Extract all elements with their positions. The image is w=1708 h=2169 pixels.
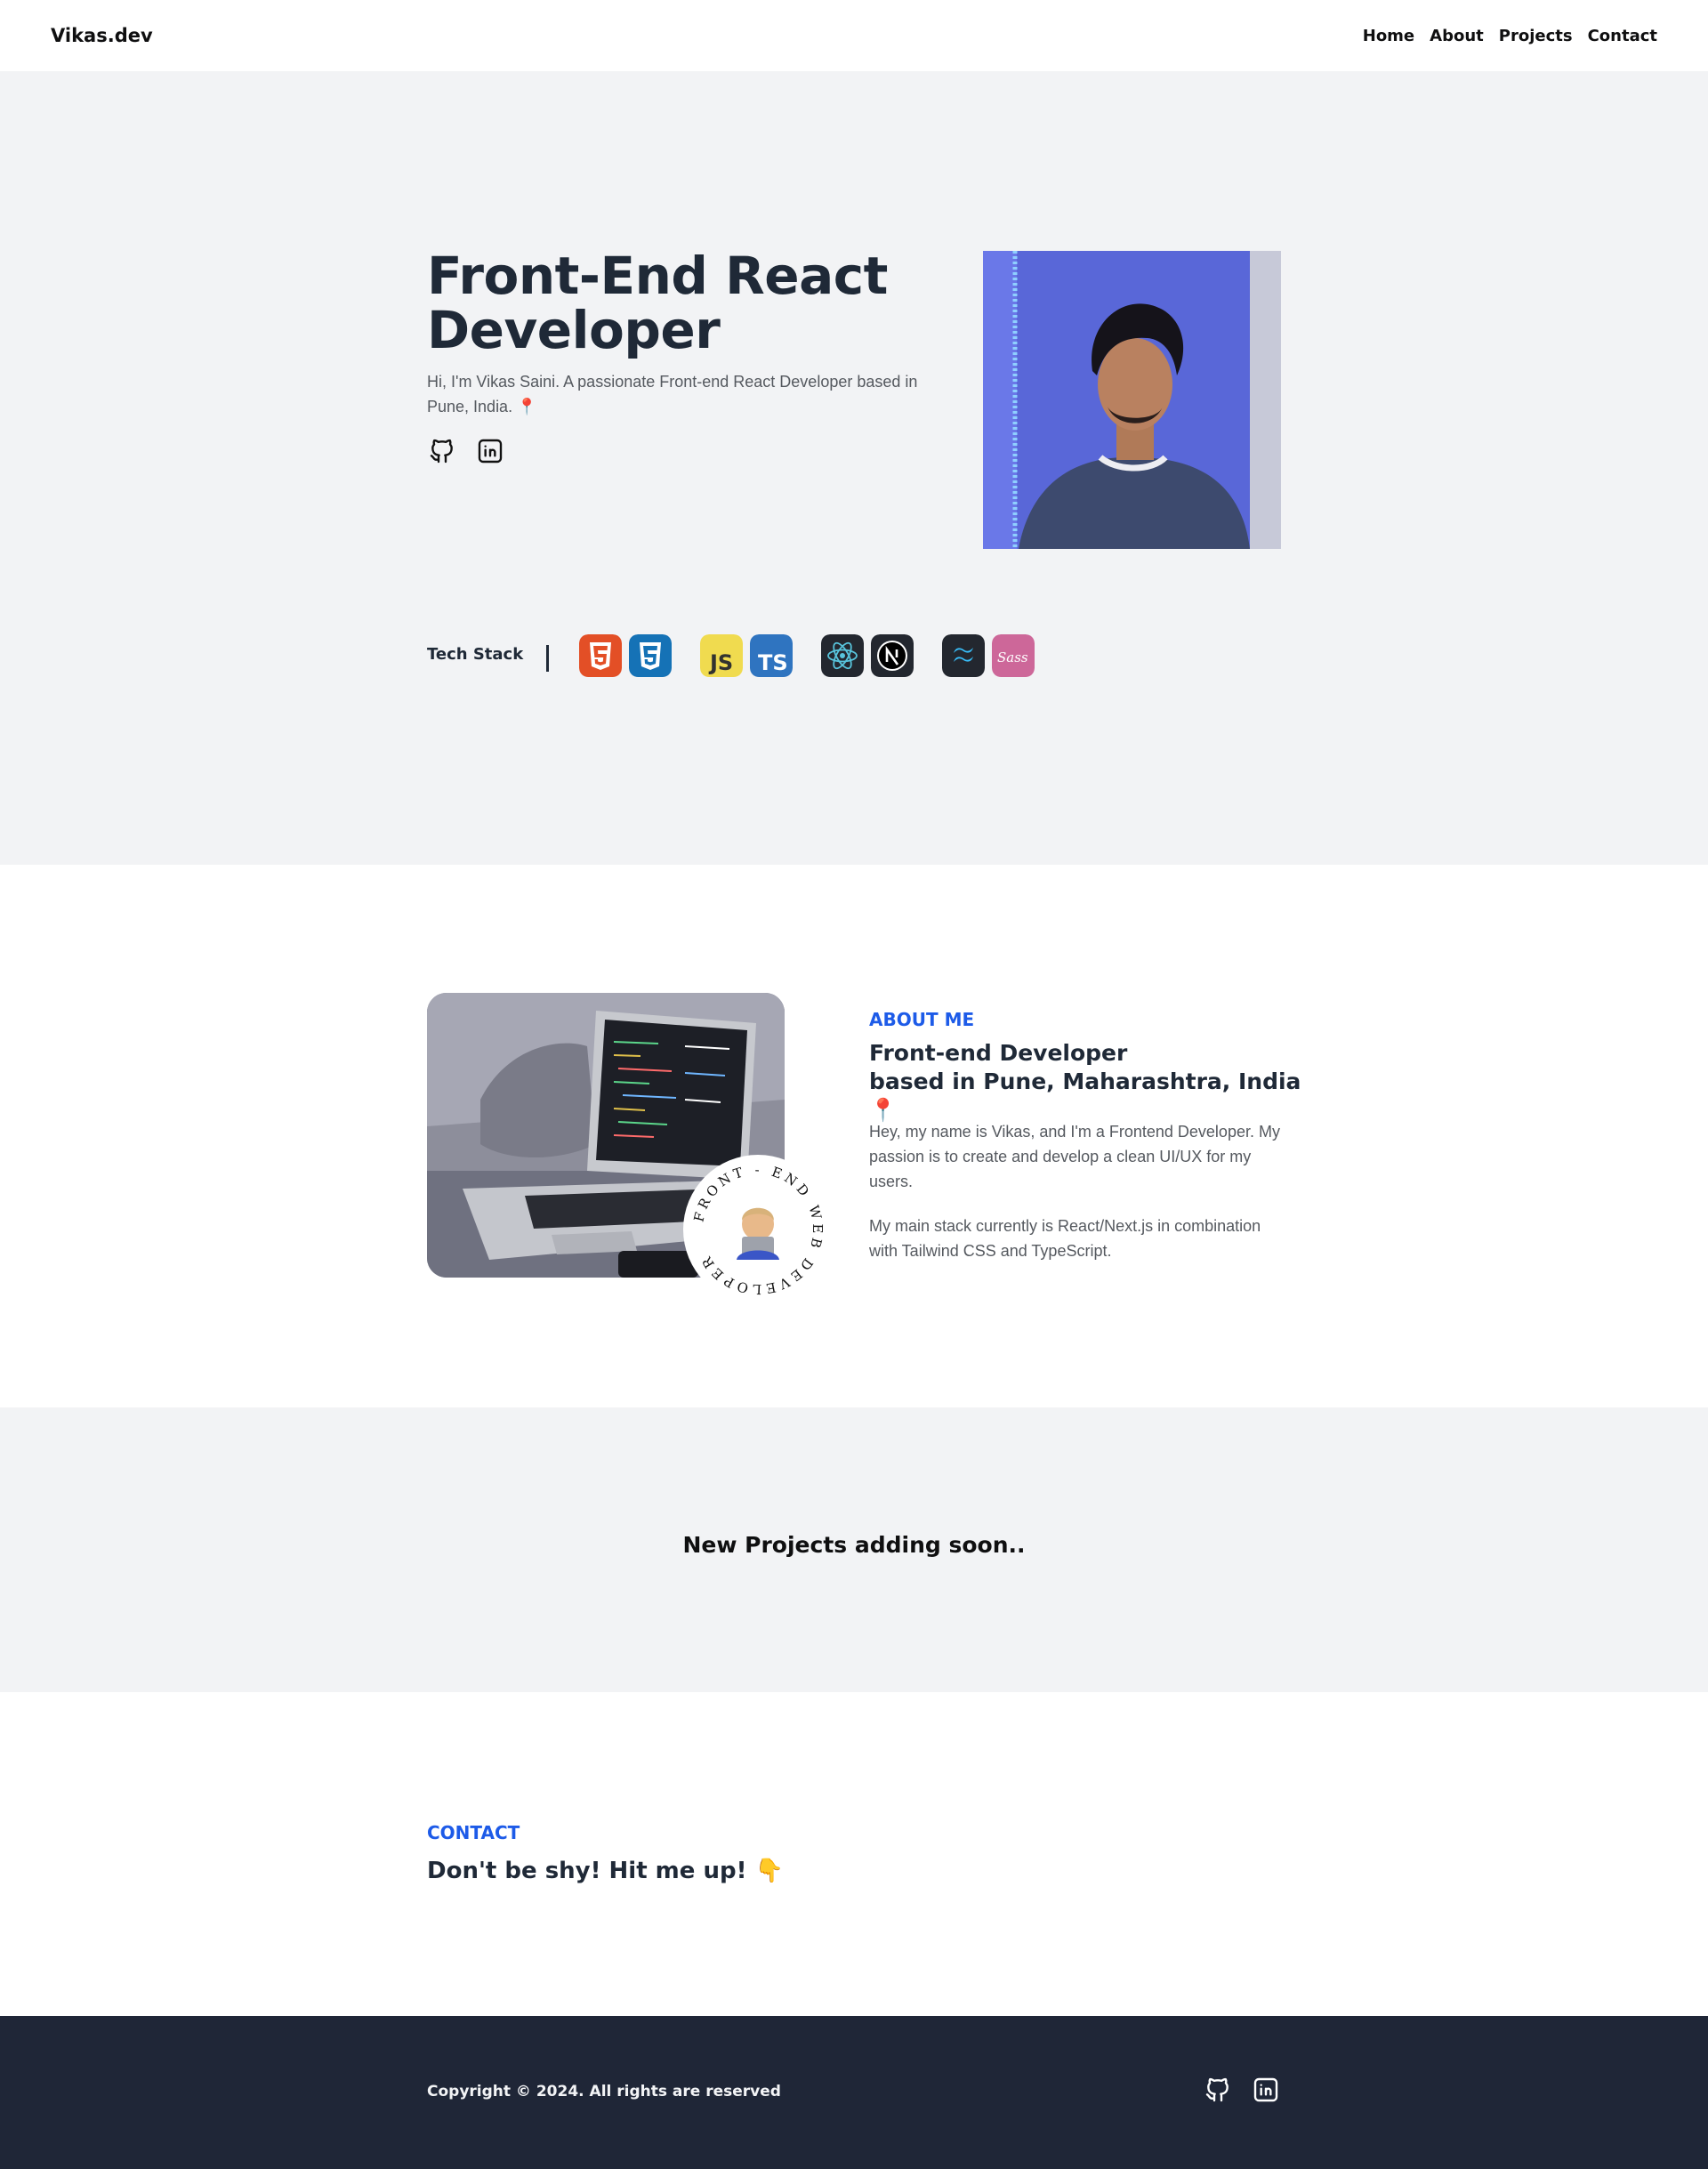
- front-end-web-developer-badge: FRONT - END WEB DEVELOPER: [683, 1155, 833, 1304]
- typescript-icon: TS: [750, 634, 793, 677]
- hero-social-links: [427, 436, 505, 466]
- css3-icon: [629, 634, 672, 677]
- nav-link-about[interactable]: About: [1430, 27, 1484, 45]
- footer-social-links: [1203, 2075, 1281, 2105]
- hero-section: Front-End React Developer Hi, I'm Vikas …: [0, 71, 1708, 865]
- footer-github-icon[interactable]: [1203, 2075, 1233, 2105]
- js-icon-text: JS: [708, 650, 733, 675]
- projects-message: New Projects adding soon..: [682, 1532, 1026, 1558]
- about-eyebrow: ABOUT ME: [869, 1009, 975, 1030]
- tech-stack-icons: JS TS Sass: [579, 634, 1042, 677]
- copyright-text: Copyright © 2024. All rights are reserve…: [427, 2083, 781, 2100]
- tailwind-icon: [942, 634, 985, 677]
- about-paragraph-1: Hey, my name is Vikas, and I'm a Fronten…: [869, 1123, 1280, 1190]
- hero-title-line2: Developer: [427, 300, 721, 360]
- about-title: Front-end Developer based in Pune, Mahar…: [869, 1039, 1332, 1125]
- sass-icon-text: Sass: [997, 649, 1028, 665]
- hero-title-line1: Front-End React: [427, 246, 888, 306]
- about-title-line2: based in Pune, Maharashtra, India 📍: [869, 1068, 1301, 1123]
- linkedin-icon[interactable]: [475, 436, 505, 466]
- nextjs-icon: [871, 634, 914, 677]
- contact-eyebrow: CONTACT: [427, 1822, 520, 1843]
- nav-link-projects[interactable]: Projects: [1499, 27, 1573, 45]
- html5-icon: [579, 634, 622, 677]
- contact-section: CONTACT Don't be shy! Hit me up! 👇: [0, 1692, 1708, 2016]
- brand-logo[interactable]: Vikas.dev: [51, 25, 153, 46]
- nav-link-home[interactable]: Home: [1363, 27, 1414, 45]
- react-icon: [821, 634, 864, 677]
- about-paragraph-2: My main stack currently is React/Next.js…: [869, 1217, 1261, 1260]
- nav-link-contact[interactable]: Contact: [1588, 27, 1657, 45]
- ts-icon-text: TS: [758, 650, 788, 675]
- nav-links: Home About Projects Contact: [1363, 27, 1657, 45]
- about-section: FRONT - END WEB DEVELOPER ABOUT ME Front…: [0, 865, 1708, 1407]
- github-icon[interactable]: [427, 436, 457, 466]
- profile-photo: [983, 251, 1281, 549]
- projects-section: New Projects adding soon..: [0, 1407, 1708, 1692]
- about-title-line1: Front-end Developer: [869, 1040, 1128, 1066]
- footer: Copyright © 2024. All rights are reserve…: [0, 2016, 1708, 2169]
- contact-title: Don't be shy! Hit me up! 👇: [427, 1858, 784, 1884]
- hero-title: Front-End React Developer: [427, 249, 925, 358]
- tech-stack-label: Tech Stack: [427, 645, 524, 664]
- footer-linkedin-icon[interactable]: [1251, 2075, 1281, 2105]
- hero-subtitle: Hi, I'm Vikas Saini. A passionate Front-…: [427, 373, 918, 415]
- tech-stack-divider: [546, 645, 549, 672]
- javascript-icon: JS: [700, 634, 743, 677]
- sass-icon: Sass: [992, 634, 1035, 677]
- top-navbar: Vikas.dev Home About Projects Contact: [0, 0, 1708, 71]
